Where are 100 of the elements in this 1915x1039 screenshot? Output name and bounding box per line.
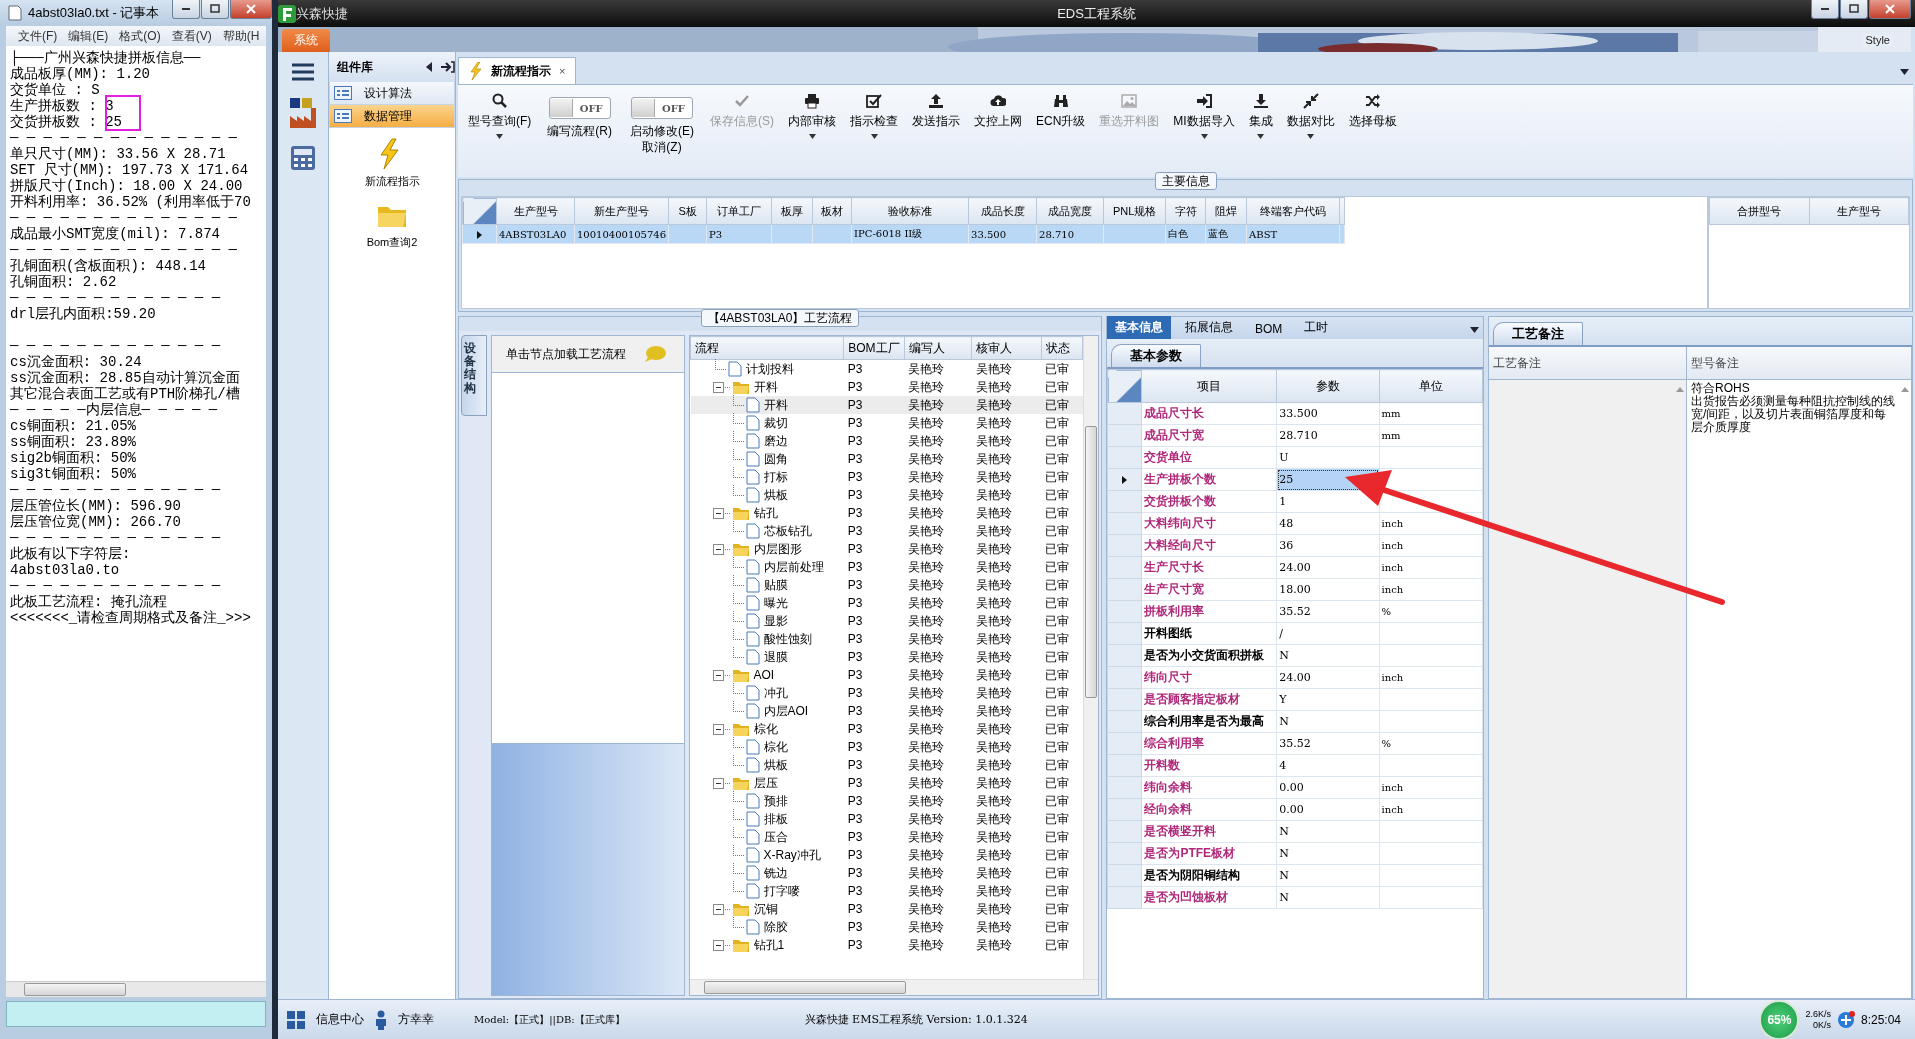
tree-node[interactable]: 棕化 xyxy=(753,720,778,738)
collapse-toggle[interactable] xyxy=(712,903,724,915)
collapse-toggle[interactable] xyxy=(712,669,724,681)
tree-node[interactable]: 内层图形 xyxy=(753,540,802,558)
tree-node[interactable]: AOI xyxy=(753,668,775,682)
tab[interactable]: 工时 xyxy=(1296,316,1337,339)
column-header[interactable]: 核审人 xyxy=(971,336,1042,360)
toolbar-button[interactable]: 文控上网 xyxy=(970,91,1026,132)
tree-node[interactable]: 预排 xyxy=(763,792,788,810)
style-menu[interactable]: Style xyxy=(1862,34,1893,46)
collapse-toggle[interactable] xyxy=(712,381,724,393)
plus-icon[interactable] xyxy=(1836,1010,1855,1029)
tree-node[interactable]: 打字嘜 xyxy=(763,882,800,900)
scroll-up-icon[interactable] xyxy=(1676,387,1684,392)
tab[interactable]: 工艺备注 xyxy=(1493,322,1583,345)
scroll-up-icon[interactable] xyxy=(1901,387,1909,392)
tree-node[interactable]: 烘板 xyxy=(763,756,788,774)
minimize-button[interactable] xyxy=(1811,0,1839,19)
column-header[interactable]: 生产型号 xyxy=(496,197,575,225)
toolbar-button[interactable]: 选择母板 xyxy=(1344,91,1401,132)
tab[interactable]: 拓展信息 xyxy=(1177,316,1241,339)
tree-node[interactable]: 退膜 xyxy=(763,648,788,666)
column-header[interactable]: 成品长度 xyxy=(968,197,1037,225)
row-selector[interactable] xyxy=(1107,468,1142,491)
tree-node[interactable]: 沉铜 xyxy=(753,900,778,918)
column-header[interactable]: 字符 xyxy=(1165,197,1206,225)
tree-node[interactable]: X-Ray冲孔 xyxy=(763,846,821,864)
collapse-toggle[interactable] xyxy=(712,939,724,951)
tree-node[interactable]: 芯板钻孔 xyxy=(763,522,812,540)
grid-icon[interactable] xyxy=(286,1009,306,1030)
column-header[interactable]: 合拼型号 xyxy=(1709,197,1809,225)
scrollbar[interactable] xyxy=(1083,336,1098,979)
column-header[interactable]: 订单工厂 xyxy=(706,197,772,225)
toolbar-button[interactable]: 数据对比 xyxy=(1282,91,1339,141)
toolbar-button[interactable]: 发送指示 xyxy=(908,91,964,132)
dropdown-icon[interactable] xyxy=(1470,327,1479,333)
column-header[interactable]: 阻焊 xyxy=(1205,197,1247,225)
close-button[interactable] xyxy=(230,0,272,19)
tree-node[interactable]: 棕化 xyxy=(763,738,788,756)
tree-node[interactable]: 酸性蚀刻 xyxy=(763,630,812,648)
toolbar-button[interactable]: ECN升级 xyxy=(1032,91,1090,132)
column-header[interactable]: 板厚 xyxy=(771,197,813,225)
toolbar-button[interactable]: 型号查询(F) xyxy=(464,91,536,141)
minimize-button[interactable] xyxy=(172,0,200,19)
tile-label[interactable]: Bom查询2 xyxy=(366,235,418,250)
column-header[interactable]: PNL规格 xyxy=(1103,197,1166,225)
column-header[interactable]: 流程 xyxy=(690,336,844,360)
scrollbar[interactable] xyxy=(6,981,266,997)
column-header[interactable]: 状态 xyxy=(1041,336,1083,360)
toolbar-button[interactable]: 集成 xyxy=(1244,91,1277,141)
tree-node[interactable]: 层压 xyxy=(753,774,778,792)
column-header[interactable]: 工艺备注 xyxy=(1489,347,1686,380)
back-icon[interactable] xyxy=(425,62,433,72)
column-header[interactable]: BOM工厂 xyxy=(843,336,904,360)
status-text[interactable]: 信息中心 xyxy=(316,1011,364,1028)
pin-icon[interactable] xyxy=(441,61,455,73)
collapse-toggle[interactable] xyxy=(712,543,724,555)
tree-node[interactable]: 计划投料 xyxy=(745,360,794,378)
menu-item[interactable]: 帮助(H xyxy=(222,27,260,45)
tree-node[interactable]: 钻孔1 xyxy=(753,936,785,954)
tree-node[interactable]: 磨边 xyxy=(763,432,788,450)
scrollbar[interactable] xyxy=(690,979,1098,995)
column-header[interactable]: 验收标准 xyxy=(851,197,969,225)
column-header[interactable]: 成品宽度 xyxy=(1036,197,1104,225)
tree-node[interactable]: 开料 xyxy=(753,378,778,396)
document-tab[interactable]: 新流程指示 × xyxy=(458,57,577,84)
tile-label[interactable]: 新流程指示 xyxy=(364,174,420,189)
tree-node[interactable]: 圆角 xyxy=(763,450,788,468)
menu-item[interactable]: 查看(V) xyxy=(171,27,212,45)
tree-node[interactable]: 内层AOI xyxy=(763,702,809,720)
tree-node[interactable]: 冲孔 xyxy=(763,684,788,702)
maximize-button[interactable] xyxy=(1840,0,1868,19)
column-header[interactable]: 新生产型号 xyxy=(574,197,669,225)
column-header[interactable]: 终端客户代码 xyxy=(1246,197,1340,225)
tab[interactable]: 基本参数 xyxy=(1111,344,1201,367)
tree-node[interactable]: 除胶 xyxy=(763,918,788,936)
tree-node[interactable]: 曝光 xyxy=(763,594,788,612)
tab-label[interactable]: 新流程指示 xyxy=(491,62,551,80)
tree-node[interactable]: 打标 xyxy=(763,468,788,486)
menu-item[interactable]: 格式(O) xyxy=(119,27,161,45)
close-button[interactable] xyxy=(1869,0,1911,19)
close-icon[interactable]: × xyxy=(559,65,566,77)
tree-node[interactable]: 排板 xyxy=(763,810,788,828)
tab[interactable]: BOM xyxy=(1247,319,1291,339)
tree-node[interactable]: 铣边 xyxy=(763,864,788,882)
toolbar-button[interactable]: 内部审核 xyxy=(784,91,840,141)
collapse-toggle[interactable] xyxy=(712,777,724,789)
tree-node[interactable]: 裁切 xyxy=(763,414,788,432)
dropdown-icon[interactable] xyxy=(1900,69,1909,75)
tab[interactable]: 基本信息 xyxy=(1107,316,1171,339)
column-header[interactable]: 生产型号 xyxy=(1809,197,1909,225)
toolbar-button[interactable]: 指示检查 xyxy=(846,91,902,141)
nav-item[interactable]: 设计算法 xyxy=(329,82,455,105)
toggle-switch[interactable]: OFF xyxy=(548,97,611,119)
tree-node[interactable]: 显影 xyxy=(763,612,788,630)
column-header[interactable]: 板材 xyxy=(812,197,852,225)
column-header[interactable]: S板 xyxy=(668,197,707,225)
tree-node[interactable]: 压合 xyxy=(763,828,788,846)
menu-item[interactable]: 编辑(E) xyxy=(68,27,109,45)
tree-node[interactable]: 贴膜 xyxy=(763,576,788,594)
